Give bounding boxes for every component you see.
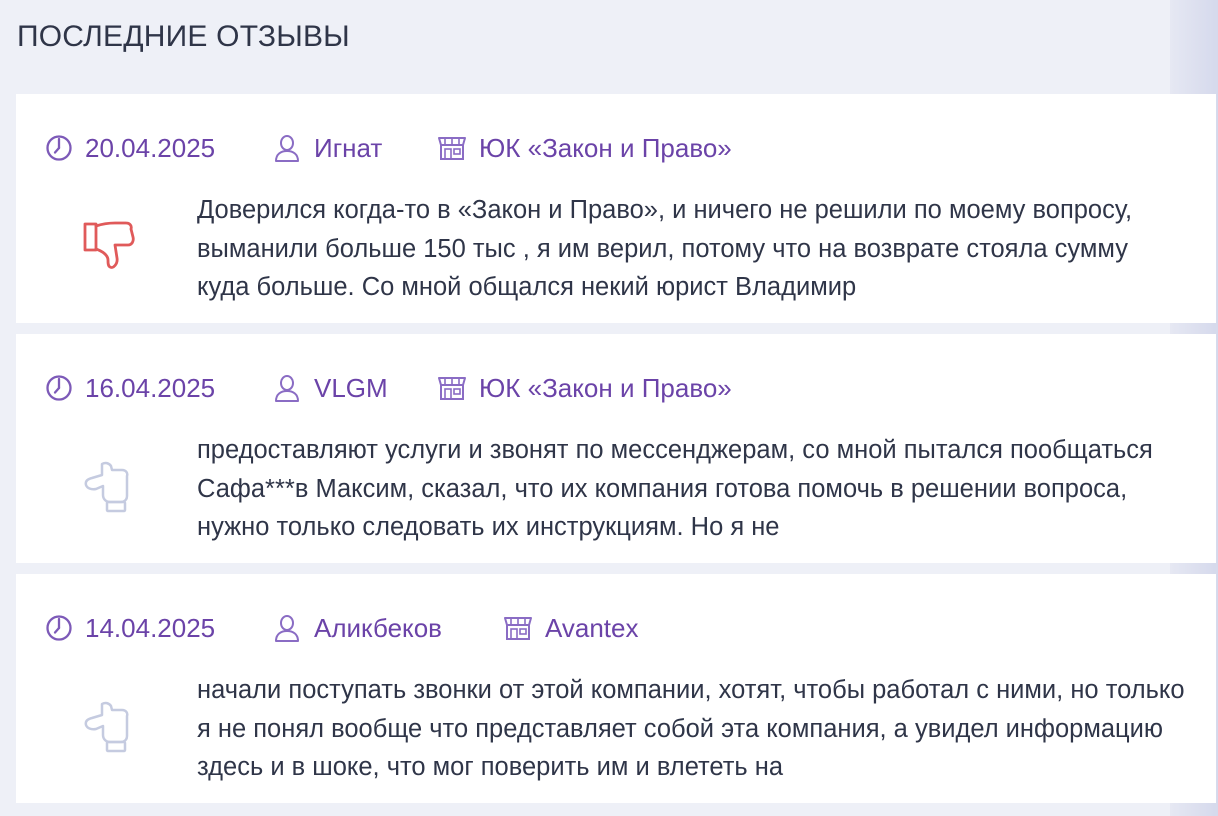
review-company-link[interactable]: ЮК «Закон и Право» xyxy=(437,370,732,406)
review-author-text: VLGM xyxy=(314,372,388,403)
store-icon xyxy=(438,377,466,400)
review-company-text: ЮК «Закон и Право» xyxy=(479,372,732,403)
review-date-text: 16.04.2025 xyxy=(85,372,216,403)
review-text: предоставляют услуги и звонят по мессенд… xyxy=(197,436,1153,541)
review-card[interactable]: 16.04.2025 VLGM ЮК «Закон и Право» предо… xyxy=(16,334,1216,563)
review-author-text: Игнат xyxy=(314,132,383,163)
review-date: 16.04.2025 xyxy=(45,370,215,406)
review-company-text: ЮК «Закон и Право» xyxy=(479,132,732,163)
review-text: Доверился когда-то в «Закон и Право», и … xyxy=(197,196,1133,301)
store-icon xyxy=(504,617,532,640)
review-date-text: 14.04.2025 xyxy=(85,612,216,643)
review-company-link[interactable]: ЮК «Закон и Право» xyxy=(437,130,732,166)
review-card[interactable]: 14.04.2025 Аликбеков Avantex начали пост… xyxy=(16,574,1216,803)
review-author-link[interactable]: Аликбеков xyxy=(272,610,442,646)
thumbs-down-icon xyxy=(82,218,138,279)
clock-icon xyxy=(46,375,72,401)
user-icon xyxy=(275,135,299,162)
review-date: 20.04.2025 xyxy=(45,130,215,166)
user-icon xyxy=(275,615,299,642)
store-icon xyxy=(438,137,466,160)
neutral-hand-icon xyxy=(82,458,138,519)
review-company-link[interactable]: Avantex xyxy=(503,610,638,646)
review-date: 14.04.2025 xyxy=(45,610,215,646)
review-company-text: Avantex xyxy=(545,612,639,643)
review-author-text: Аликбеков xyxy=(314,612,442,643)
section-title: ПОСЛЕДНИЕ ОТЗЫВЫ xyxy=(17,20,350,53)
review-author-link[interactable]: VLGM xyxy=(272,370,388,406)
clock-icon xyxy=(46,615,72,641)
clock-icon xyxy=(46,135,72,161)
review-text: начали поступать звонки от этой компании… xyxy=(197,676,1185,781)
review-card[interactable]: 20.04.2025 Игнат ЮК «Закон и Право» Дове… xyxy=(16,94,1216,323)
review-author-link[interactable]: Игнат xyxy=(272,130,382,166)
review-date-text: 20.04.2025 xyxy=(85,132,216,163)
user-icon xyxy=(275,375,299,402)
neutral-hand-icon xyxy=(82,698,138,759)
